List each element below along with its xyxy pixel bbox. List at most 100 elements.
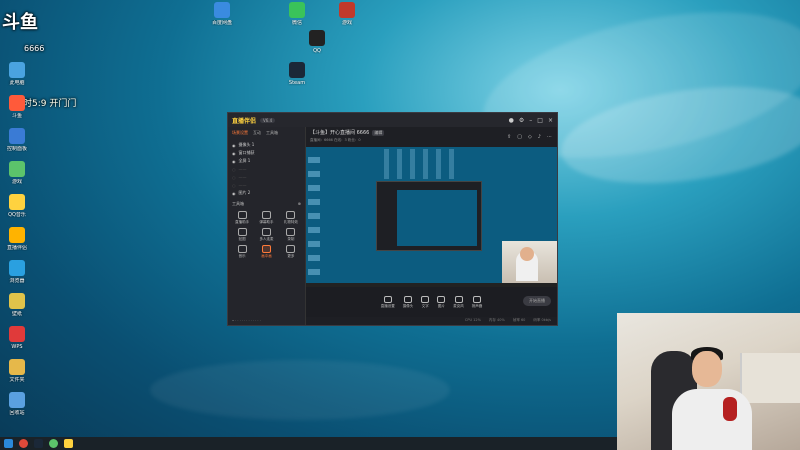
- eye-icon[interactable]: ○: [232, 183, 236, 188]
- shortcut-label: 百度网盘: [211, 20, 232, 26]
- source-item[interactable]: ◉ 窗口捕获: [232, 149, 301, 157]
- shortcut-label: 文件夹: [9, 377, 25, 383]
- tool-button[interactable]: 直播助手: [230, 211, 254, 225]
- tool-button[interactable]: 礼物特效: [279, 211, 303, 225]
- app-icon[interactable]: [49, 439, 58, 448]
- title-bar[interactable]: 直播伴侣 V6.4 ● ⚙ – □ ×: [228, 113, 557, 127]
- lock-icon[interactable]: ▢: [517, 134, 522, 140]
- toolbar-icon: [383, 295, 392, 303]
- wps-icon: [9, 326, 25, 342]
- gift-icon[interactable]: ◇: [528, 134, 532, 140]
- tools-title: 工具箱: [232, 201, 244, 206]
- desktop-shortcut[interactable]: 百度网盘: [205, 2, 239, 26]
- shortcut-label: 浏览器: [9, 278, 25, 284]
- source-item[interactable]: ○ ——: [232, 165, 301, 173]
- eye-icon[interactable]: ◉: [232, 151, 236, 156]
- more-icon[interactable]: ⋯: [547, 134, 552, 140]
- tool-button[interactable]: 更多: [279, 245, 303, 259]
- shortcut-label: 斗鱼: [11, 113, 22, 119]
- tool-button[interactable]: 音乐: [230, 245, 254, 259]
- source-item[interactable]: ○ ——: [232, 181, 301, 189]
- shortcut-label: 游戏: [341, 20, 352, 26]
- desktop-shortcut[interactable]: 壁纸: [0, 293, 34, 317]
- desktop-shortcut[interactable]: 游戏: [330, 2, 364, 26]
- close-icon[interactable]: ×: [548, 117, 553, 124]
- status-item: CPU 12%: [464, 318, 481, 322]
- music-icon: [9, 194, 25, 210]
- bottom-toolbar-button[interactable]: 文字: [421, 295, 430, 309]
- toolbar-label: 麦克风: [453, 303, 464, 308]
- tool-label: 画中画: [261, 254, 272, 258]
- avatar-icon[interactable]: ●: [509, 117, 514, 124]
- desktop-shortcut[interactable]: 游戏: [0, 161, 34, 185]
- browser-icon[interactable]: [19, 439, 28, 448]
- shortcut-label: WPS: [11, 344, 23, 350]
- eye-icon[interactable]: ○: [232, 167, 236, 172]
- tab-interact[interactable]: 互动: [253, 130, 261, 136]
- taskbar: [0, 437, 617, 450]
- eye-icon[interactable]: ◉: [232, 191, 236, 196]
- source-item[interactable]: ○ ——: [232, 173, 301, 181]
- eye-icon[interactable]: ○: [232, 175, 236, 180]
- desktop-shortcut[interactable]: WPS: [0, 326, 34, 350]
- desktop-shortcut[interactable]: QQ音乐: [0, 194, 34, 218]
- camera-inset: [502, 241, 557, 283]
- tool-icon: [286, 211, 296, 219]
- eye-icon[interactable]: ◉: [232, 159, 236, 164]
- microphone-icon: [723, 397, 737, 421]
- desktop-shortcut[interactable]: QQ: [300, 30, 334, 54]
- bell-icon[interactable]: ♪: [538, 134, 541, 140]
- tool-grid: 直播助手 弹幕助手 礼物特效贴图 多人连麦 录制音乐 画中画 更多: [228, 209, 305, 261]
- bottom-toolbar-button[interactable]: 摄像头: [403, 295, 413, 309]
- maximize-icon[interactable]: □: [537, 117, 543, 124]
- tool-icon: [237, 245, 247, 253]
- bottom-toolbar-button[interactable]: 扬声器: [472, 295, 482, 309]
- bottom-toolbar-button[interactable]: 图片: [437, 295, 446, 309]
- bottom-toolbar-button[interactable]: 麦克风: [453, 295, 464, 309]
- desktop-shortcut[interactable]: 浏览器: [0, 260, 34, 284]
- cloud-icon: [214, 2, 230, 18]
- windows-start-icon[interactable]: [4, 439, 13, 448]
- tool-button[interactable]: 贴图: [230, 228, 254, 242]
- minimize-icon[interactable]: –: [529, 117, 532, 124]
- nested-app-preview: [376, 181, 482, 251]
- desktop-shortcut[interactable]: 文件夹: [0, 359, 34, 383]
- desktop-shortcut[interactable]: 控制面板: [0, 128, 34, 152]
- tool-button[interactable]: 弹幕助手: [254, 211, 278, 225]
- tool-button[interactable]: 录制: [279, 228, 303, 242]
- desktop-shortcut[interactable]: 斗鱼: [0, 95, 34, 119]
- go-live-button[interactable]: 开始直播: [523, 296, 551, 306]
- source-item[interactable]: ◉ 摄像头 1: [232, 141, 301, 149]
- tool-button[interactable]: 多人连麦: [254, 228, 278, 242]
- live-companion-taskbar-icon[interactable]: [64, 439, 73, 448]
- douyu-logo: 斗鱼: [2, 12, 38, 33]
- live-companion-window[interactable]: 直播伴侣 V6.4 ● ⚙ – □ × 场景设置 互动 工具箱 ◉ 摄像头 1 ◉…: [227, 112, 558, 326]
- tool-label: 音乐: [238, 254, 246, 258]
- wallpaper-wave: [150, 360, 450, 420]
- desktop-shortcut[interactable]: 微信: [280, 2, 314, 26]
- desktop-shortcut[interactable]: Steam: [280, 62, 314, 86]
- steam-icon[interactable]: [34, 439, 43, 448]
- tool-button[interactable]: 画中画: [254, 245, 278, 259]
- desktop-shortcut[interactable]: 回收站: [0, 392, 34, 416]
- stream-preview[interactable]: [306, 147, 557, 287]
- toolbar-icon: [421, 295, 430, 303]
- control-panel-icon: [9, 128, 25, 144]
- webcam-feed: [617, 313, 800, 450]
- desktop-shortcut[interactable]: 直播伴侣: [0, 227, 34, 251]
- tab-scene[interactable]: 场景设置: [232, 130, 248, 136]
- source-item[interactable]: ◉ 全屏 1: [232, 157, 301, 165]
- edit-room-button[interactable]: 编辑: [372, 129, 385, 136]
- eye-icon[interactable]: ◉: [232, 143, 236, 148]
- source-item[interactable]: ◉ 图片 2: [232, 189, 301, 197]
- add-icon[interactable]: ⊕: [298, 201, 301, 207]
- share-icon[interactable]: ⇪: [507, 134, 511, 140]
- settings-icon[interactable]: ⚙: [519, 117, 524, 124]
- tool-icon: [286, 245, 296, 253]
- shortcut-label: Steam: [288, 80, 306, 86]
- desktop-shortcut[interactable]: 此电脑: [0, 62, 34, 86]
- tool-label: 直播助手: [235, 220, 250, 224]
- room-id: 6666: [24, 44, 45, 53]
- bottom-toolbar-button[interactable]: 直播设置: [381, 295, 395, 309]
- tab-toolbox[interactable]: 工具箱: [266, 130, 278, 136]
